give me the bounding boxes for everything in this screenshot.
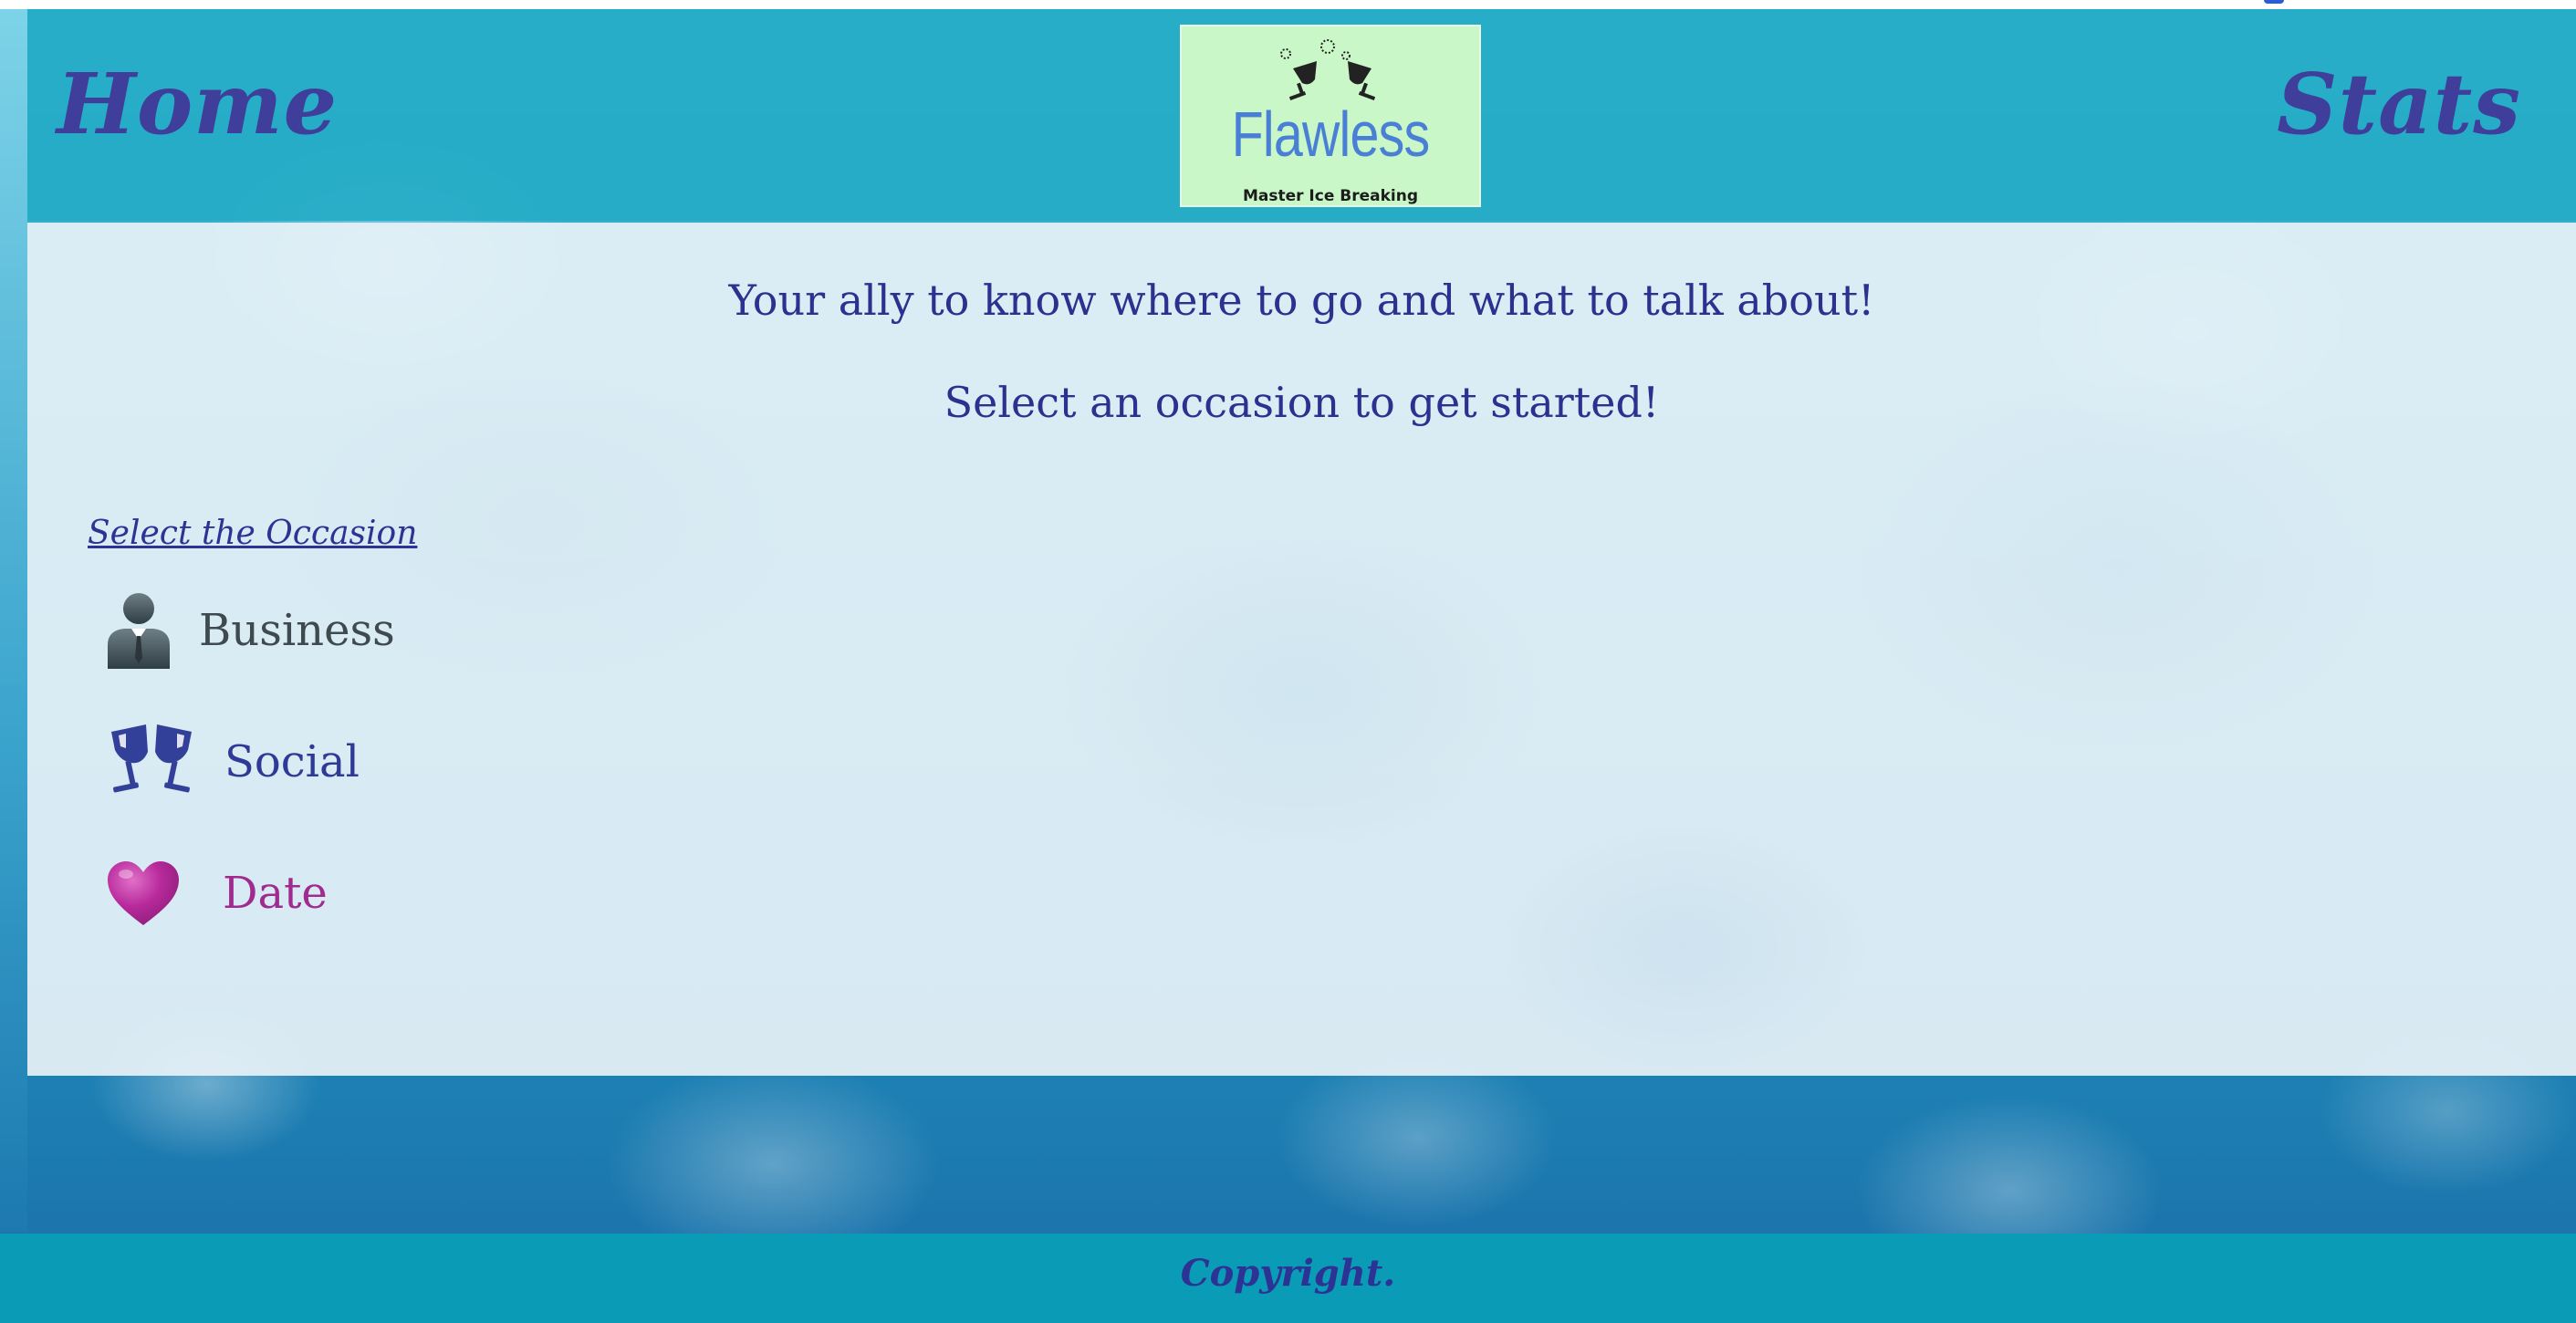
corner-mark	[2264, 0, 2284, 4]
copyright-text: Copyright.	[1180, 1252, 1396, 1295]
wine-glasses-icon	[111, 724, 192, 793]
intro-tagline: Your ally to know where to go and what t…	[728, 276, 1875, 325]
occasion-social-label: Social	[224, 736, 360, 787]
occasion-social[interactable]: Social	[106, 721, 360, 803]
site-footer: Copyright.	[0, 1234, 2576, 1323]
nav-home-link[interactable]: Home	[57, 62, 338, 146]
site-header: Home Flawless Master Ice Breaking Stats	[27, 9, 2576, 221]
background-edge	[0, 9, 27, 1232]
flawless-logo[interactable]: Flawless Master Ice Breaking	[1180, 25, 1481, 207]
toasting-glasses-icon	[1280, 39, 1376, 100]
logo-title: Flawless	[1231, 99, 1431, 170]
occasion-date[interactable]: Date	[106, 852, 328, 934]
browser-top-strip	[0, 0, 2576, 9]
heart-icon	[108, 861, 179, 925]
businessman-icon	[108, 593, 170, 669]
occasion-date-label: Date	[223, 868, 328, 919]
occasion-business[interactable]: Business	[106, 589, 395, 672]
nav-stats-link[interactable]: Stats	[2277, 62, 2521, 146]
get-started-prompt: Select an occasion to get started!	[944, 378, 1660, 427]
main-panel: Your ally to know where to go and what t…	[27, 223, 2576, 1076]
select-occasion-heading[interactable]: Select the Occasion	[88, 515, 417, 552]
logo-tagline: Master Ice Breaking	[1242, 187, 1419, 205]
occasion-business-label: Business	[199, 605, 395, 656]
